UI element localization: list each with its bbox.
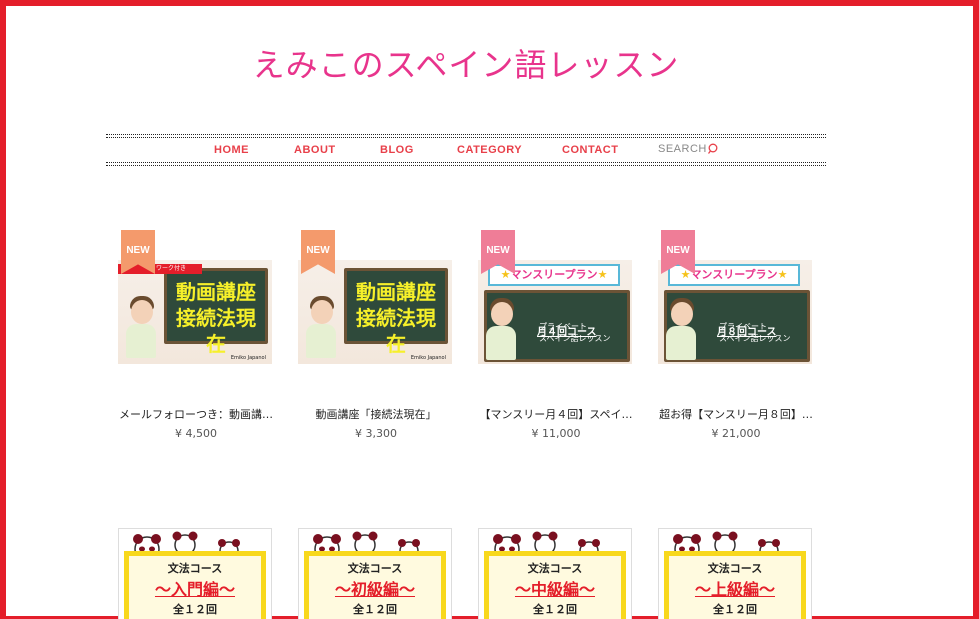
product-price: ¥ 3,300 bbox=[355, 427, 397, 440]
image-credit: Emiko Japanol bbox=[230, 355, 266, 361]
search-label: SEARCH bbox=[658, 143, 707, 155]
product-price: ¥ 4,500 bbox=[175, 427, 217, 440]
product-thumbnail[interactable]: 月４回コース プライベート スペイン語レッスン ★マンスリープラン★ bbox=[478, 260, 632, 364]
product-thumbnail[interactable]: 動画講座 接続法現在 Emiko Japanol bbox=[118, 260, 272, 364]
board-line: 動画講座 bbox=[176, 280, 256, 304]
course-title: 文法コース bbox=[707, 562, 763, 575]
grammar-course-card[interactable]: 文法コース 〜中級編〜 全１２回 bbox=[478, 528, 632, 619]
product-card[interactable]: 月８回コース プライベート スペイン語レッスン ★マンスリープラン★ NEW 超… bbox=[658, 230, 814, 450]
course-title: 文法コース bbox=[167, 562, 223, 575]
board-line: 接続法現在 bbox=[176, 306, 256, 356]
grammar-course-card[interactable]: 文法コース 〜上級編〜 全１２回 bbox=[658, 528, 812, 619]
course-frame: 文法コース 〜上級編〜 全１２回 bbox=[664, 551, 806, 619]
product-name[interactable]: 動画講座「接続法現在」 bbox=[298, 406, 454, 422]
nav-search[interactable]: SEARCH bbox=[658, 143, 720, 155]
product-thumbnail[interactable]: 動画講座 接続法現在 Emiko Japanol bbox=[298, 260, 452, 364]
product-thumbnail[interactable]: 月８回コース プライベート スペイン語レッスン ★マンスリープラン★ bbox=[658, 260, 812, 364]
product-card[interactable]: 動画講座 接続法現在 Emiko Japanol ワーク付き NEW メールフォ… bbox=[118, 230, 274, 450]
product-name[interactable]: 【マンスリー月４回】スペイ… bbox=[478, 406, 634, 422]
blackboard: 動画講座 接続法現在 bbox=[164, 268, 268, 356]
nav-home[interactable]: HOME bbox=[214, 144, 249, 156]
grammar-course-card[interactable]: 文法コース 〜初級編〜 全１２回 bbox=[298, 528, 452, 619]
course-title: 文法コース bbox=[347, 562, 403, 575]
plan-desc: スペイン語レッスン bbox=[539, 334, 611, 343]
course-frame: 文法コース 〜入門編〜 全１２回 bbox=[124, 551, 266, 619]
product-name[interactable]: 超お得【マンスリー月８回】… bbox=[658, 406, 814, 422]
plan-desc: プライベート bbox=[539, 322, 587, 331]
board-line: 接続法現在 bbox=[356, 306, 436, 356]
product-price: ¥ 21,000 bbox=[711, 427, 761, 440]
product-card[interactable]: 月４回コース プライベート スペイン語レッスン ★マンスリープラン★ NEW 【… bbox=[478, 230, 634, 450]
plan-title: マンスリープラン bbox=[510, 268, 598, 281]
course-frame: 文法コース 〜中級編〜 全１２回 bbox=[484, 551, 626, 619]
star-icon: ★ bbox=[597, 268, 608, 281]
course-count: 全１２回 bbox=[713, 603, 757, 616]
nav-about[interactable]: ABOUT bbox=[294, 144, 336, 156]
product-price: ¥ 11,000 bbox=[531, 427, 581, 440]
plan-desc: スペイン語レッスン bbox=[719, 334, 791, 343]
plan-title: マンスリープラン bbox=[690, 268, 778, 281]
course-count: 全１２回 bbox=[173, 603, 217, 616]
main-nav: HOME ABOUT BLOG CATEGORY CONTACT SEARCH bbox=[106, 134, 826, 166]
course-title: 文法コース bbox=[527, 562, 583, 575]
search-icon bbox=[707, 143, 718, 154]
course-count: 全１２回 bbox=[533, 603, 577, 616]
grammar-course-card[interactable]: 文法コース 〜入門編〜 全１２回 bbox=[118, 528, 272, 619]
course-level: 〜中級編〜 bbox=[514, 580, 595, 599]
product-name[interactable]: メールフォローつき：動画講… bbox=[118, 406, 274, 422]
image-credit: Emiko Japanol bbox=[410, 355, 446, 361]
plan-desc: プライベート bbox=[719, 322, 767, 331]
board-line: 動画講座 bbox=[356, 280, 436, 304]
blackboard: 動画講座 接続法現在 bbox=[344, 268, 448, 356]
course-count: 全１２回 bbox=[353, 603, 397, 616]
product-card[interactable]: 動画講座 接続法現在 Emiko Japanol NEW 動画講座「接続法現在」… bbox=[298, 230, 454, 450]
nav-contact[interactable]: CONTACT bbox=[562, 144, 618, 156]
star-icon: ★ bbox=[777, 268, 788, 281]
nav-blog[interactable]: BLOG bbox=[380, 144, 414, 156]
course-frame: 文法コース 〜初級編〜 全１２回 bbox=[304, 551, 446, 619]
nav-category[interactable]: CATEGORY bbox=[457, 144, 522, 156]
course-level: 〜上級編〜 bbox=[694, 580, 775, 599]
course-level: 〜初級編〜 bbox=[334, 580, 415, 599]
course-level: 〜入門編〜 bbox=[154, 580, 235, 599]
site-title[interactable]: えみこのスペイン語レッスン bbox=[0, 40, 932, 86]
